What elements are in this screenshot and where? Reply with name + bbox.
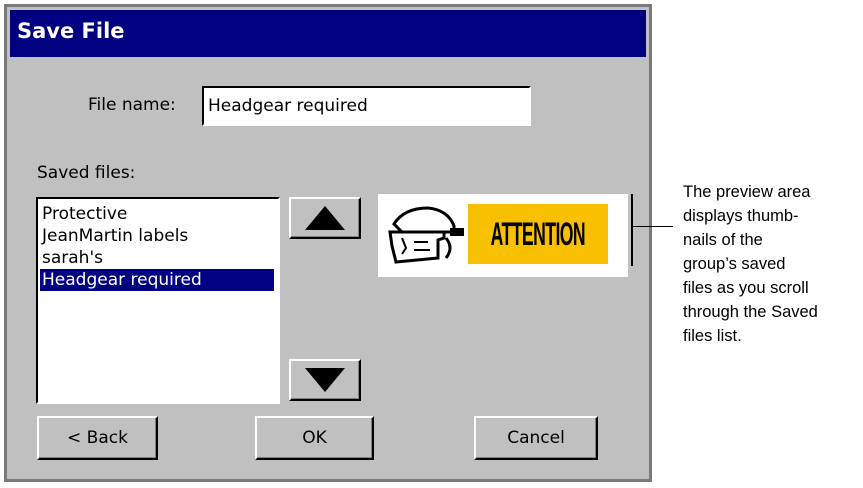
callout-line: files list.	[683, 327, 742, 345]
callout-line: files as you scroll	[683, 279, 809, 297]
saved-files-list[interactable]: Protective JeanMartin labels sarah's Hea…	[36, 197, 280, 404]
callout-text: The preview area displays thumb- nails o…	[683, 180, 858, 348]
scroll-up-button[interactable]	[289, 197, 361, 239]
file-name-field[interactable]	[202, 86, 531, 126]
face-shield-icon	[388, 206, 464, 264]
saved-files-label: Saved files:	[37, 163, 136, 183]
save-file-dialog: Save File File name: Saved files: Protec…	[4, 4, 652, 482]
callout-bracket-line	[631, 194, 633, 266]
file-name-label: File name:	[88, 95, 176, 115]
list-item[interactable]: sarah's	[40, 247, 103, 269]
arrow-up-icon	[305, 206, 345, 230]
callout-line: displays thumb-	[683, 207, 799, 225]
ok-button[interactable]: OK	[255, 416, 374, 460]
scroll-down-button[interactable]	[289, 359, 361, 401]
list-item[interactable]: JeanMartin labels	[40, 225, 188, 247]
file-name-input[interactable]	[204, 88, 529, 124]
callout-line: through the Saved	[683, 303, 818, 321]
preview-area: ATTENTION	[378, 194, 628, 277]
title-bar: Save File	[10, 10, 646, 57]
cancel-button[interactable]: Cancel	[474, 416, 598, 460]
back-button[interactable]: < Back	[37, 416, 158, 460]
callout-line: The preview area	[683, 183, 811, 201]
callout-line: group’s saved	[683, 255, 786, 273]
list-item[interactable]: Protective	[40, 203, 127, 225]
callout-line: nails of the	[683, 231, 763, 249]
list-item-selected[interactable]: Headgear required	[40, 269, 274, 291]
callout-leader-line	[633, 226, 673, 227]
preview-text: ATTENTION	[490, 215, 586, 252]
dialog-title: Save File	[17, 19, 125, 43]
arrow-down-icon	[305, 368, 345, 392]
attention-label-thumbnail: ATTENTION	[468, 204, 608, 264]
